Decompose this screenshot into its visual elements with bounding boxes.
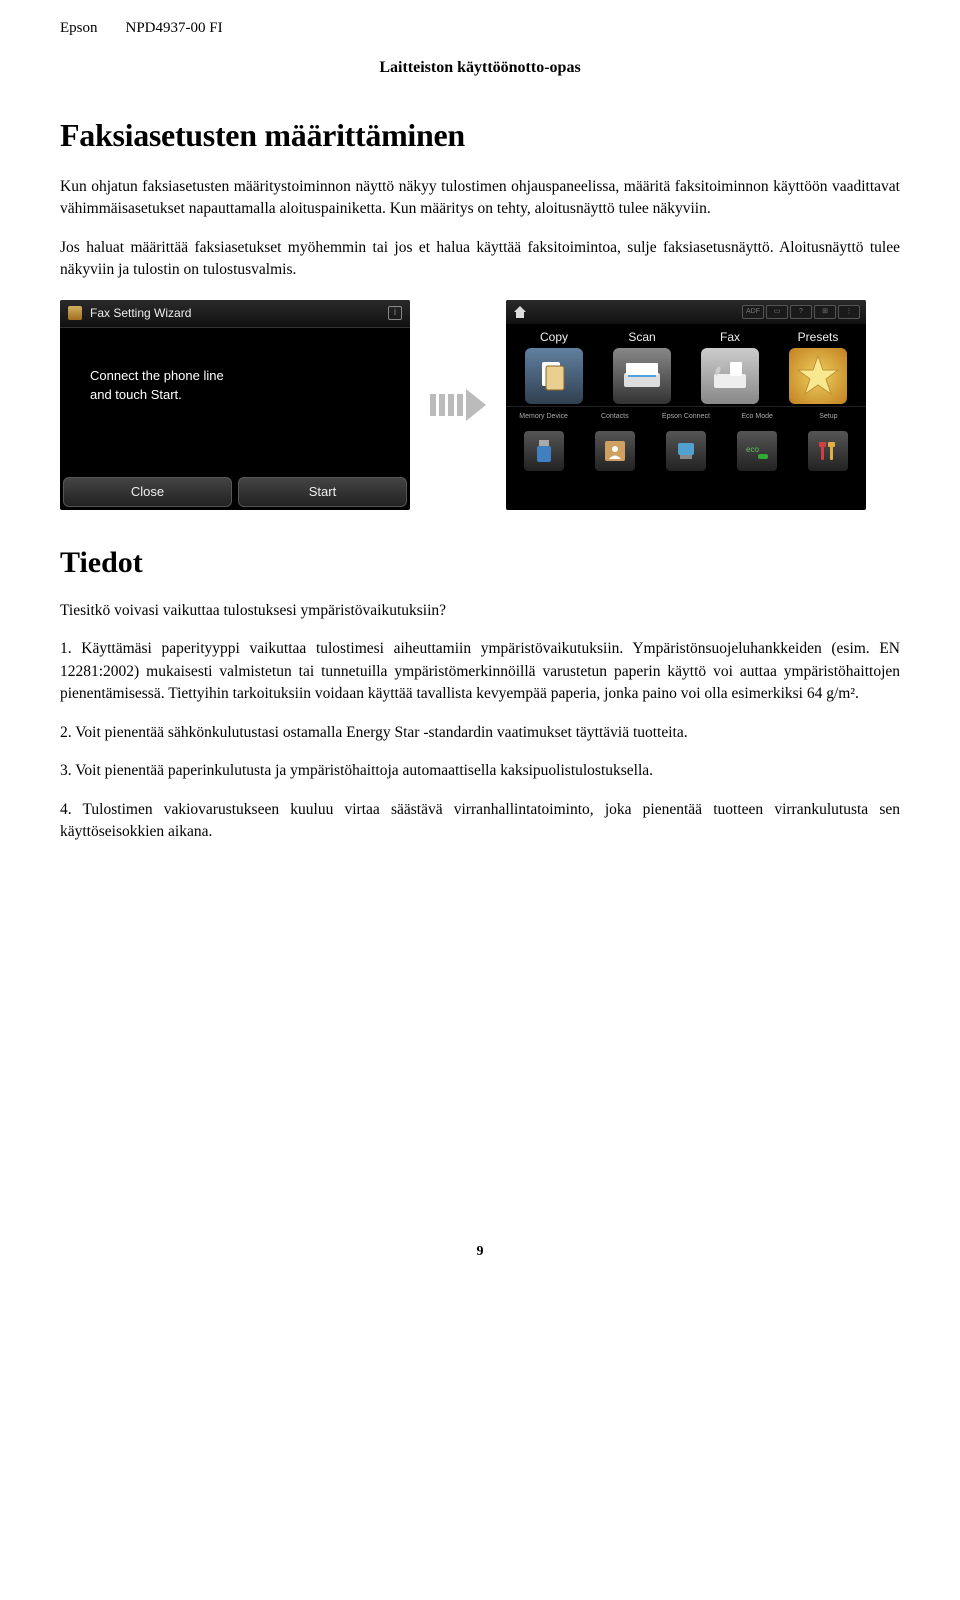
screenshot-row: Fax Setting Wizard i Connect the phone l… — [60, 300, 900, 510]
wizard-header: Fax Setting Wizard i — [60, 300, 410, 328]
memory-device-icon — [524, 431, 564, 471]
start-button[interactable]: Start — [238, 477, 407, 507]
copy-label: Copy — [514, 330, 594, 344]
screenshot-home: ADF ▭ ? ⊞ ⋮ Copy Scan Fax — [506, 300, 866, 510]
menu-item-presets[interactable]: Presets — [778, 330, 858, 404]
epson-connect-label: Epson Connect — [654, 413, 718, 429]
page-number: 9 — [60, 1244, 900, 1260]
eco-mode-label: Eco Mode — [725, 413, 789, 429]
presets-label: Presets — [778, 330, 858, 344]
document-title: Laitteiston käyttöönotto-opas — [60, 59, 900, 77]
memory-label: Memory Device — [512, 413, 576, 429]
fax-wizard-icon — [68, 306, 82, 320]
sub-setup[interactable]: Setup — [796, 413, 860, 471]
wizard-body: Connect the phone line and touch Start. — [60, 328, 410, 405]
wizard-text-line2: and touch Start. — [90, 385, 388, 405]
tiedot-question: Tiesitkö voivasi vaikuttaa tulostuksesi … — [60, 600, 900, 622]
paragraph-1: Kun ohjatun faksiasetusten määritystoimi… — [60, 176, 900, 221]
sub-contacts[interactable]: Contacts — [583, 413, 647, 471]
status-wifi-icon: ⋮ — [838, 305, 860, 319]
sub-eco-mode[interactable]: Eco Mode eco — [725, 413, 789, 471]
paragraph-2: Jos haluat määrittää faksiasetukset myöh… — [60, 237, 900, 282]
section-heading-tiedot: Tiedot — [60, 546, 900, 580]
tiedot-item-3: 3. Voit pienentää paperinkulutusta ja ym… — [60, 760, 900, 782]
contacts-label: Contacts — [583, 413, 647, 429]
setup-label: Setup — [796, 413, 860, 429]
home-header: ADF ▭ ? ⊞ ⋮ — [506, 300, 866, 324]
sub-memory-device[interactable]: Memory Device — [512, 413, 576, 471]
tiedot-item-4: 4. Tulostimen vakiovarustukseen kuuluu v… — [60, 799, 900, 844]
arrow-icon — [430, 389, 486, 421]
close-button[interactable]: Close — [63, 477, 232, 507]
wizard-footer: Close Start — [60, 474, 410, 510]
presets-star-icon — [789, 348, 847, 404]
status-network-icon: ⊞ — [814, 305, 836, 319]
scan-icon — [613, 348, 671, 404]
sub-epson-connect[interactable]: Epson Connect — [654, 413, 718, 471]
menu-item-copy[interactable]: Copy — [514, 330, 594, 404]
svg-text:eco: eco — [746, 445, 759, 454]
section-heading-fax: Faksiasetusten määrittäminen — [60, 117, 900, 154]
menu-item-fax[interactable]: Fax — [690, 330, 770, 404]
menu-item-scan[interactable]: Scan — [602, 330, 682, 404]
tiedot-item-2: 2. Voit pienentää sähkönkulutustasi osta… — [60, 722, 900, 744]
eco-mode-icon: eco — [737, 431, 777, 471]
scan-label: Scan — [602, 330, 682, 344]
status-document-icon: ▭ — [766, 305, 788, 319]
header-row: Epson NPD4937-00 FI — [60, 20, 900, 37]
main-menu-row: Copy Scan Fax Presets — [506, 324, 866, 406]
status-help-icon: ? — [790, 305, 812, 319]
wizard-text-line1: Connect the phone line — [90, 366, 388, 386]
wizard-title: Fax Setting Wizard — [90, 306, 191, 320]
epson-connect-icon — [666, 431, 706, 471]
copy-icon — [525, 348, 583, 404]
home-icon[interactable] — [512, 305, 528, 319]
setup-icon — [808, 431, 848, 471]
screenshot-fax-wizard: Fax Setting Wizard i Connect the phone l… — [60, 300, 410, 510]
sub-menu-row: Memory Device Contacts Epson Connect Eco… — [506, 406, 866, 475]
fax-icon — [701, 348, 759, 404]
contacts-icon — [595, 431, 635, 471]
status-adf-icon: ADF — [742, 305, 764, 319]
info-icon[interactable]: i — [388, 306, 402, 320]
tiedot-item-1: 1. Käyttämäsi paperityyppi vaikuttaa tul… — [60, 638, 900, 705]
brand: Epson — [60, 20, 98, 37]
fax-label: Fax — [690, 330, 770, 344]
status-bar: ADF ▭ ? ⊞ ⋮ — [742, 305, 860, 319]
doc-ref: NPD4937-00 FI — [126, 20, 223, 37]
